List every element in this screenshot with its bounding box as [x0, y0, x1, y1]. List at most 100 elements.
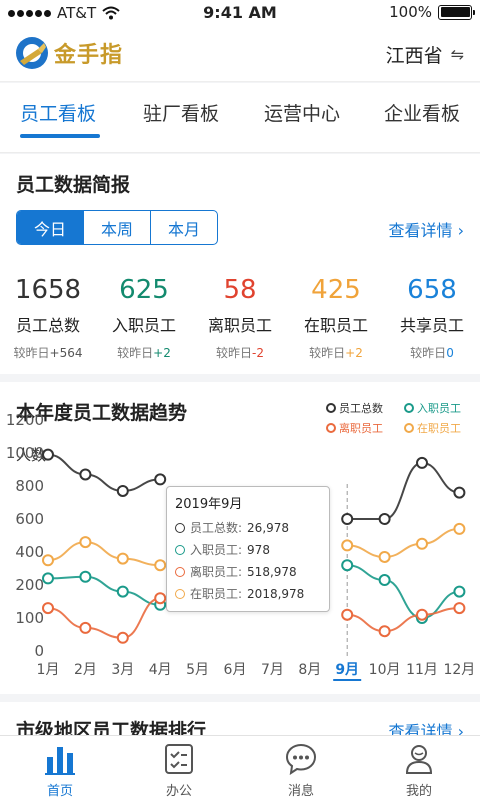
series-point	[116, 484, 129, 497]
series-point	[42, 554, 54, 567]
nav-profile[interactable]: 我的	[374, 742, 464, 799]
stat-compare: 较昨日+2	[117, 346, 171, 360]
tooltip-title: 2019年9月	[175, 497, 243, 512]
series-line	[47, 453, 161, 492]
series-point	[116, 585, 129, 598]
stat-label: 入职员工	[111, 316, 176, 335]
y-tick-label: 200	[15, 576, 44, 594]
series-point	[116, 631, 129, 644]
checklist-icon	[165, 744, 193, 774]
period-month-button[interactable]: 本月	[151, 211, 217, 244]
y-tick-label: 1000	[6, 444, 44, 462]
active-tab-indicator	[20, 134, 100, 138]
x-tick-label: 11月	[406, 662, 438, 678]
series-point	[154, 559, 167, 572]
period-week-button[interactable]: 本周	[84, 211, 151, 244]
trend-card: 本年度员工数据趋势 员工总数 入职员工 离职员工 在职员工 人数 0 100 200…	[0, 382, 480, 694]
region-switcher[interactable]: 江西省 ⇋	[386, 41, 464, 68]
series-point	[378, 513, 391, 525]
stat-active[interactable]: 425 在职员工 较昨日+2	[288, 274, 384, 361]
series-line	[47, 575, 161, 606]
tooltip-row: 入职员工: 978	[175, 541, 270, 558]
y-tick-label: 600	[15, 510, 44, 528]
series-line	[347, 461, 460, 520]
period-today-button[interactable]: 今日	[17, 211, 84, 244]
stat-label: 在职员工	[303, 316, 368, 335]
battery-icon	[438, 4, 475, 20]
y-tick-label: 800	[15, 477, 44, 495]
stat-value: 425	[311, 275, 361, 305]
nav-home[interactable]: 首页	[15, 742, 105, 799]
stat-label: 离职员工	[207, 316, 272, 335]
x-tick-label: 6月	[224, 662, 247, 678]
x-tick-label: 7月	[261, 662, 284, 678]
y-tick-label: 1200	[6, 411, 44, 429]
series-line	[47, 541, 161, 567]
series-point	[453, 602, 466, 615]
x-tick-label: 3月	[111, 662, 134, 678]
x-tick-label: 4月	[149, 662, 172, 678]
nav-label: 办公	[165, 784, 192, 799]
series-point	[42, 448, 54, 461]
series-point	[341, 559, 354, 572]
x-tick-label: 5月	[186, 662, 209, 678]
series-point	[378, 574, 391, 587]
region-label: 江西省	[385, 45, 443, 67]
series-point	[42, 572, 54, 585]
stat-value: 1658	[14, 275, 82, 305]
stat-shared[interactable]: 658 共享员工 较昨日0	[384, 274, 480, 361]
tab-enterprise-board[interactable]: 企业看板	[384, 99, 460, 126]
battery-percent: 100%	[389, 3, 432, 21]
series-point	[378, 625, 391, 638]
series-point	[79, 621, 92, 634]
stat-value: 658	[407, 275, 457, 305]
stat-compare: 较昨日0	[410, 346, 454, 360]
stat-compare: 较昨日-2	[216, 346, 264, 360]
series-point	[416, 537, 428, 550]
stat-total[interactable]: 1658 员工总数 较昨日+564	[0, 274, 96, 361]
app-logo: 金手指	[14, 35, 123, 71]
chart-tooltip: 2019年9月 员工总数: 26,978 入职员工: 978 离职员工: 518,97…	[166, 486, 330, 612]
tooltip-row: 离职员工: 518,978	[175, 563, 297, 580]
board-tabs: 员工看板 驻厂看板 运营中心 企业看板	[0, 83, 480, 153]
bar-chart-icon	[45, 747, 75, 775]
tab-factory-board[interactable]: 驻厂看板	[143, 99, 219, 126]
nav-messages[interactable]: 消息	[256, 742, 346, 799]
series-point	[341, 608, 354, 621]
nav-label: 首页	[46, 784, 73, 799]
summary-title: 员工数据简报	[16, 174, 131, 196]
series-line	[347, 607, 460, 633]
summary-detail-link[interactable]: 查看详情 ›	[389, 217, 465, 241]
series-point	[453, 585, 466, 598]
x-tick-highlight	[333, 679, 362, 681]
stat-compare: 较昨日+2	[309, 346, 363, 360]
stat-onboarded[interactable]: 625 入职员工 较昨日+2	[96, 274, 192, 361]
stat-label: 共享员工	[399, 316, 464, 335]
y-tick-label: 100	[15, 609, 44, 627]
tooltip-row: 员工总数: 26,978	[175, 519, 289, 536]
series-point	[341, 513, 354, 525]
app-header: 金手指 江西省 ⇋	[0, 26, 480, 82]
series-line	[47, 597, 161, 639]
stat-label: 员工总数	[15, 316, 80, 335]
y-tick-label: 0	[34, 642, 44, 660]
stat-value: 625	[119, 275, 169, 305]
nav-office[interactable]: 办公	[134, 742, 224, 799]
tab-employee-board[interactable]: 员工看板	[20, 99, 96, 126]
series-point	[453, 522, 466, 535]
series-point	[416, 608, 428, 621]
y-tick-label: 400	[15, 543, 44, 561]
tab-operations-center[interactable]: 运营中心	[264, 99, 340, 126]
x-tick-label: 10月	[369, 662, 401, 678]
status-bar: AT&T 9:41 AM 100%	[0, 0, 480, 26]
summary-card: 员工数据简报 今日 本周 本月 查看详情 › 1658 员工总数 较昨日+564…	[0, 154, 480, 374]
stat-value: 58	[223, 275, 257, 305]
series-point	[116, 552, 129, 565]
series-point	[378, 550, 391, 563]
stat-compare: 较昨日+564	[13, 346, 83, 360]
x-tick-label: 2月	[74, 662, 97, 678]
stat-resigned[interactable]: 58 离职员工 较昨日-2	[192, 274, 288, 361]
chat-bubble-icon	[285, 743, 317, 775]
series-point	[42, 602, 54, 615]
series-point	[154, 592, 167, 605]
